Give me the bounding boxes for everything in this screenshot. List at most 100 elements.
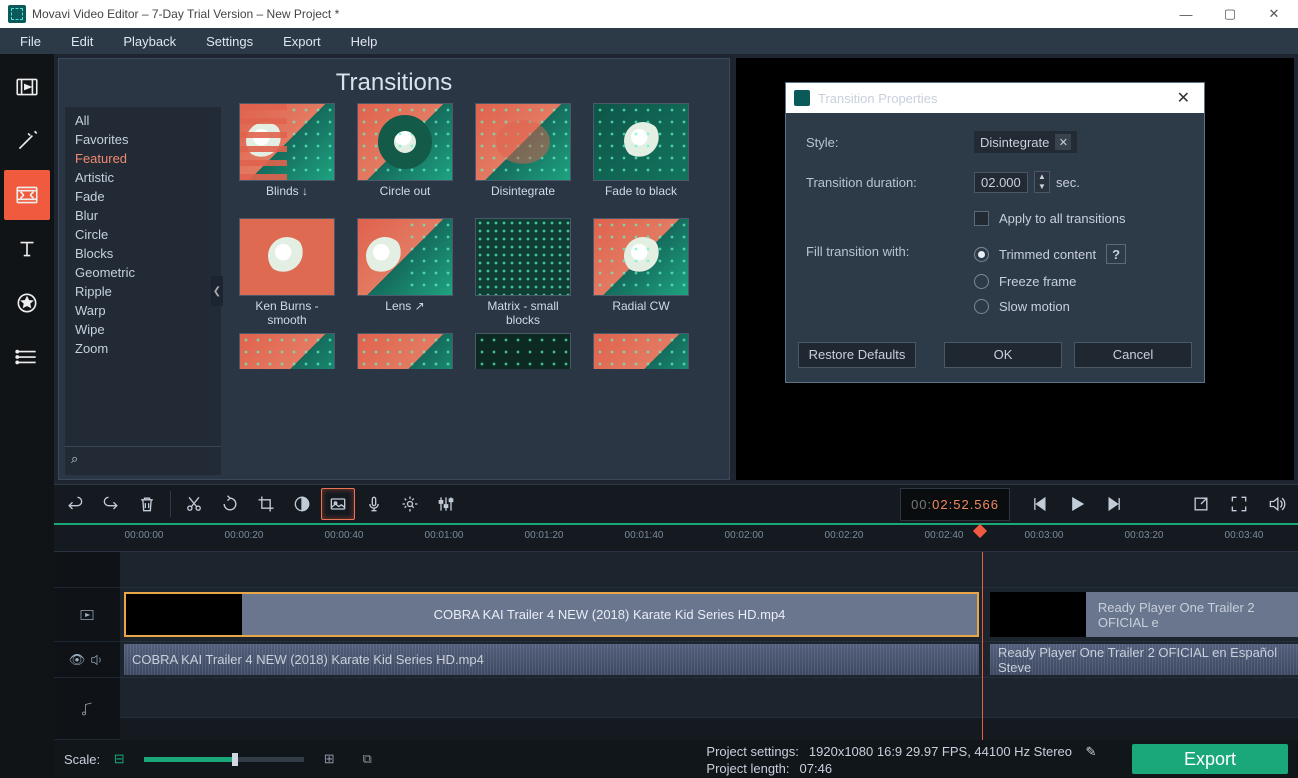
undock-button[interactable] — [1184, 488, 1218, 520]
cat-circle[interactable]: Circle — [65, 225, 221, 244]
menu-edit[interactable]: Edit — [59, 30, 105, 53]
transitions-grid: Blinds ↓ Circle out Disintegrate Fade to… — [221, 103, 729, 479]
clear-style-button[interactable]: ✕ — [1055, 134, 1071, 150]
video-clip[interactable]: Ready Player One Trailer 2 OFICIAL e — [990, 592, 1298, 637]
fill-radio-freeze[interactable] — [974, 274, 989, 289]
help-button[interactable]: ? — [1106, 244, 1126, 264]
duration-spinner[interactable]: ▲▼ — [1034, 171, 1050, 193]
cat-blur[interactable]: Blur — [65, 206, 221, 225]
playhead-icon[interactable] — [973, 524, 987, 538]
tool-stickers[interactable] — [4, 278, 50, 328]
zoom-out-icon[interactable]: ⊟ — [110, 750, 128, 768]
crop-button[interactable] — [249, 488, 283, 520]
tool-filters[interactable] — [4, 116, 50, 166]
transition-item[interactable]: Lens ↗ — [357, 218, 453, 327]
record-audio-button[interactable] — [357, 488, 391, 520]
timecode-display[interactable]: 00:02:52.566 — [900, 488, 1010, 521]
transition-wizard-button[interactable] — [321, 488, 355, 520]
tool-titles[interactable] — [4, 224, 50, 274]
transition-categories: All Favorites Featured Artistic Fade Blu… — [65, 107, 221, 475]
cat-blocks[interactable]: Blocks — [65, 244, 221, 263]
tool-transitions[interactable] — [4, 170, 50, 220]
cat-warp[interactable]: Warp — [65, 301, 221, 320]
redo-button[interactable] — [94, 488, 128, 520]
menu-playback[interactable]: Playback — [111, 30, 188, 53]
prev-button[interactable] — [1022, 488, 1056, 520]
cat-all[interactable]: All — [65, 111, 221, 130]
ok-button[interactable]: OK — [944, 342, 1062, 368]
app-icon — [8, 5, 26, 23]
cat-geometric[interactable]: Geometric — [65, 263, 221, 282]
timeline-toolbar: 00:02:52.566 — [54, 484, 1298, 524]
cat-favorites[interactable]: Favorites — [65, 130, 221, 149]
volume-button[interactable] — [1260, 488, 1294, 520]
fill-radio-trimmed[interactable] — [974, 247, 989, 262]
equalizer-button[interactable] — [429, 488, 463, 520]
cut-button[interactable] — [177, 488, 211, 520]
transition-item[interactable] — [239, 333, 335, 369]
video-clip[interactable]: COBRA KAI Trailer 4 NEW (2018) Karate Ki… — [124, 592, 979, 637]
project-settings-value: 1920x1080 16:9 29.97 FPS, 44100 Hz Stere… — [809, 744, 1072, 759]
transition-item[interactable]: Blinds ↓ — [239, 103, 335, 212]
video-track-icon[interactable] — [54, 588, 120, 642]
timeline-ruler[interactable]: 00:00:00 00:00:20 00:00:40 00:01:00 00:0… — [54, 524, 1298, 552]
cat-ripple[interactable]: Ripple — [65, 282, 221, 301]
zoom-in-icon[interactable]: ⊞ — [320, 750, 338, 768]
style-value: Disintegrate ✕ — [974, 131, 1077, 153]
maximize-button[interactable]: ▢ — [1208, 0, 1252, 28]
minimize-button[interactable]: — — [1164, 0, 1208, 28]
cat-wipe[interactable]: Wipe — [65, 320, 221, 339]
duration-value[interactable]: 02.000 — [974, 172, 1028, 193]
transition-item[interactable]: Ken Burns - smooth — [239, 218, 335, 327]
transition-item[interactable]: Circle out — [357, 103, 453, 212]
transition-item[interactable]: Disintegrate — [475, 103, 571, 212]
transition-item[interactable] — [357, 333, 453, 369]
project-settings-label: Project settings: — [706, 744, 799, 759]
tool-media[interactable] — [4, 62, 50, 112]
transition-item[interactable]: Radial CW — [593, 218, 689, 327]
close-button[interactable]: ✕ — [1252, 0, 1296, 28]
scale-slider[interactable] — [144, 757, 304, 762]
dialog-close-button[interactable]: ✕ — [1171, 88, 1196, 108]
eye-icon[interactable]: 👁 — [68, 651, 86, 669]
export-button[interactable]: Export — [1132, 744, 1288, 774]
window-title: Movavi Video Editor – 7-Day Trial Versio… — [32, 7, 1164, 21]
audio-track-icon[interactable]: 👁 — [54, 642, 120, 678]
cat-zoom[interactable]: Zoom — [65, 339, 221, 358]
cat-featured[interactable]: Featured — [65, 149, 221, 168]
collapse-categories-button[interactable]: ❮ — [211, 276, 223, 306]
play-button[interactable] — [1060, 488, 1094, 520]
menu-export[interactable]: Export — [271, 30, 333, 53]
search-input[interactable] — [84, 452, 260, 467]
cat-artistic[interactable]: Artistic — [65, 168, 221, 187]
cancel-button[interactable]: Cancel — [1074, 342, 1192, 368]
timeline: 👁 COBRA KAI Trailer 4 NEW (2018) Karate … — [54, 552, 1298, 740]
apply-all-checkbox[interactable] — [974, 211, 989, 226]
transition-item[interactable]: Fade to black — [593, 103, 689, 212]
fill-radio-slow[interactable] — [974, 299, 989, 314]
audio-clip[interactable]: Ready Player One Trailer 2 OFICIAL en Es… — [990, 644, 1298, 675]
rotate-button[interactable] — [213, 488, 247, 520]
fit-timeline-icon[interactable]: ⧉ — [358, 750, 376, 768]
restore-defaults-button[interactable]: Restore Defaults — [798, 342, 916, 368]
next-button[interactable] — [1098, 488, 1132, 520]
audio-clip[interactable]: COBRA KAI Trailer 4 NEW (2018) Karate Ki… — [124, 644, 979, 675]
music-track-icon[interactable] — [54, 678, 120, 740]
cat-fade[interactable]: Fade — [65, 187, 221, 206]
fullscreen-button[interactable] — [1222, 488, 1256, 520]
duration-label: Transition duration: — [806, 175, 974, 190]
clip-properties-button[interactable] — [393, 488, 427, 520]
transition-item[interactable]: Matrix - small blocks — [475, 218, 571, 327]
dialog-icon — [794, 90, 810, 106]
transition-item[interactable] — [475, 333, 571, 369]
menu-file[interactable]: File — [8, 30, 53, 53]
menu-settings[interactable]: Settings — [194, 30, 265, 53]
delete-button[interactable] — [130, 488, 164, 520]
menu-help[interactable]: Help — [339, 30, 390, 53]
undo-button[interactable] — [58, 488, 92, 520]
color-button[interactable] — [285, 488, 319, 520]
edit-settings-icon[interactable]: ✎ — [1082, 743, 1100, 761]
tool-more[interactable] — [4, 332, 50, 382]
transition-item[interactable] — [593, 333, 689, 369]
playhead-line[interactable] — [982, 552, 983, 740]
